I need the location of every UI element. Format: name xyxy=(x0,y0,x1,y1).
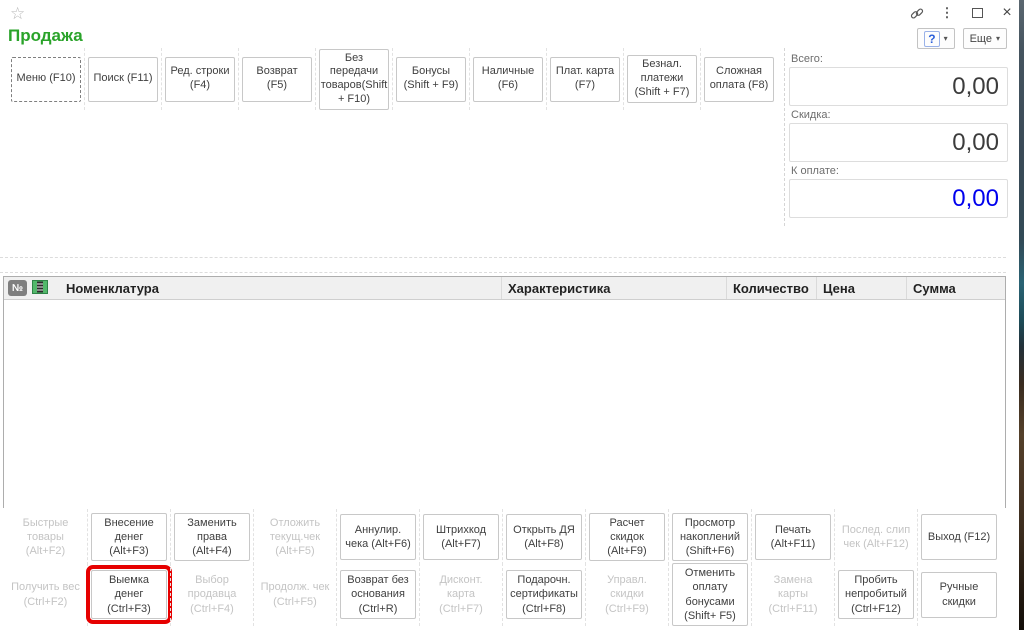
void-receipt-button[interactable]: Аннулир. чека (Alt+F6) xyxy=(340,514,416,560)
get-weight-button: Получить вес (Ctrl+F2) xyxy=(7,572,84,618)
cash-button[interactable]: Наличные (F6) xyxy=(473,57,543,102)
exit-button[interactable]: Выход (F12) xyxy=(921,514,997,560)
column-header-characteristic: Характеристика xyxy=(501,277,726,299)
page-title: Продажа xyxy=(8,26,83,46)
barcode-icon xyxy=(32,279,48,298)
withdraw-money-button[interactable]: Выемка денег (Ctrl+F3) xyxy=(91,570,167,619)
gift-certificates-button[interactable]: Подарочн. сертификаты (Ctrl+F8) xyxy=(506,570,582,619)
deposit-money-button[interactable]: Внесение денег (Alt+F3) xyxy=(91,513,167,562)
no-goods-transfer-button[interactable]: Без передачи товаров(Shift + F10) xyxy=(319,49,389,110)
continue-receipt-button: Продолж. чек (Ctrl+F5) xyxy=(257,572,333,618)
bonuses-button[interactable]: Бонусы (Shift + F9) xyxy=(396,57,466,102)
more-button[interactable]: Еще ▾ xyxy=(963,28,1007,49)
sale-toolbar: Меню (F10) Поиск (F11) Ред. строки (F4) … xyxy=(8,48,777,110)
view-savings-button[interactable]: Просмотр накоплений (Shift+F6) xyxy=(672,513,748,562)
complex-payment-button[interactable]: Сложная оплата (F8) xyxy=(704,57,774,102)
replace-rights-button[interactable]: Заменить права (Alt+F4) xyxy=(174,513,250,562)
menu-button[interactable]: Меню (F10) xyxy=(11,57,81,102)
select-seller-button: Выбор продавца (Ctrl+F4) xyxy=(174,570,250,619)
open-cash-drawer-button[interactable]: Открыть ДЯ (Alt+F8) xyxy=(506,514,582,560)
close-icon[interactable]: × xyxy=(1000,6,1014,20)
discount-field[interactable]: 0,00 xyxy=(789,123,1008,162)
return-no-basis-button[interactable]: Возврат без основания (Ctrl+R) xyxy=(340,570,416,619)
cashless-payments-button[interactable]: Безнал. платежи (Shift + F7) xyxy=(627,55,697,102)
discount-label: Скидка: xyxy=(791,109,1008,121)
link-icon[interactable] xyxy=(910,6,924,20)
replace-card-button: Замена карты (Ctrl+F11) xyxy=(755,570,831,619)
total-label: Всего: xyxy=(791,53,1008,65)
discount-card-button: Дисконт. карта (Ctrl+F7) xyxy=(423,570,499,619)
totals-panel: Всего: 0,00 Скидка: 0,00 К оплате: 0,00 xyxy=(784,48,1008,226)
maximize-icon[interactable] xyxy=(970,6,984,20)
to-pay-field[interactable]: 0,00 xyxy=(789,179,1008,218)
help-button[interactable]: ? ▾ xyxy=(917,28,954,49)
calc-discounts-button[interactable]: Расчет скидок (Alt+F9) xyxy=(589,513,665,562)
more-button-label: Еще xyxy=(970,33,992,45)
header-icons-cell: № xyxy=(4,277,60,299)
separator xyxy=(0,257,1006,258)
chevron-down-icon: ▾ xyxy=(944,34,948,43)
kebab-menu-icon[interactable]: ⋮ xyxy=(940,6,954,20)
row-number-icon: № xyxy=(8,280,27,296)
bottom-bar-row2: Получить вес (Ctrl+F2) Выемка денег (Ctr… xyxy=(4,563,1000,626)
last-slip-receipt-button: Послед. слип чек (Alt+F12) xyxy=(838,514,914,560)
column-header-nomenclature: Номенклатура xyxy=(60,277,501,299)
edit-row-button[interactable]: Ред. строки (F4) xyxy=(165,57,235,102)
manual-discounts-button[interactable]: Ручные скидки xyxy=(921,572,997,618)
cancel-bonus-payment-button[interactable]: Отменить оплату бонусами (Shift+ F5) xyxy=(672,563,748,626)
chevron-down-icon: ▾ xyxy=(996,34,1000,43)
items-table: № Номенклатура Характеристика Количество… xyxy=(3,276,1006,508)
favorite-star-icon[interactable]: ☆ xyxy=(10,4,25,24)
command-bar: ? ▾ Еще ▾ xyxy=(917,28,1007,49)
column-header-price: Цена xyxy=(816,277,906,299)
separator xyxy=(0,272,1006,273)
bottom-bar-row1: Быстрые товары (Alt+F2) Внесение денег (… xyxy=(4,509,1000,565)
help-icon: ? xyxy=(924,31,939,47)
to-pay-label: К оплате: xyxy=(791,165,1008,177)
column-header-quantity: Количество xyxy=(726,277,816,299)
payment-card-button[interactable]: Плат. карта (F7) xyxy=(550,57,620,102)
window-controls: ⋮ × xyxy=(910,6,1014,20)
items-table-body xyxy=(4,300,1005,508)
items-table-header: № Номенклатура Характеристика Количество… xyxy=(4,277,1005,300)
manage-discounts-button: Управл. скидки (Ctrl+F9) xyxy=(589,570,665,619)
quick-goods-button: Быстрые товары (Alt+F2) xyxy=(7,513,84,562)
hold-receipt-button: Отложить текущ.чек (Alt+F5) xyxy=(257,513,333,562)
total-field[interactable]: 0,00 xyxy=(789,67,1008,106)
punch-unpunched-button[interactable]: Пробить непробитый (Ctrl+F12) xyxy=(838,570,914,619)
desktop-edge-strip xyxy=(1019,0,1024,630)
print-button[interactable]: Печать (Alt+F11) xyxy=(755,514,831,560)
search-button[interactable]: Поиск (F11) xyxy=(88,57,158,102)
barcode-button[interactable]: Штрихкод (Alt+F7) xyxy=(423,514,499,560)
return-button[interactable]: Возврат (F5) xyxy=(242,57,312,102)
column-header-sum: Сумма xyxy=(906,277,1005,299)
